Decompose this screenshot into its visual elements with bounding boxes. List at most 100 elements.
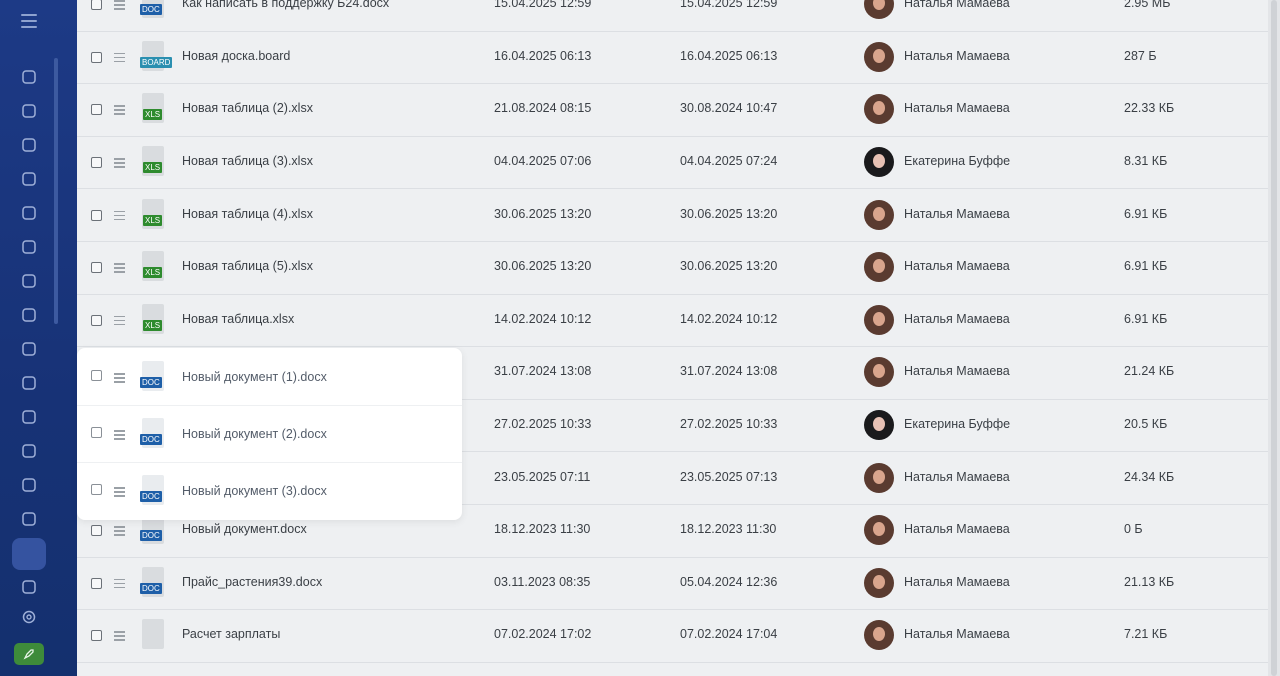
sidebar-scrollbar[interactable] xyxy=(54,58,58,324)
file-name[interactable]: Новый документ.docx xyxy=(182,522,307,536)
avatar[interactable] xyxy=(864,41,894,72)
team-icon[interactable] xyxy=(18,474,40,496)
drag-handle-icon[interactable] xyxy=(114,578,125,591)
table-row[interactable]: DOC Прайс_растения39.docx 03.11.2023 08:35… xyxy=(77,557,1268,611)
avatar[interactable] xyxy=(864,567,894,598)
sign-icon[interactable] xyxy=(18,406,40,428)
avatar[interactable] xyxy=(864,304,894,335)
row-checkbox[interactable] xyxy=(91,157,102,169)
crm-icon[interactable] xyxy=(18,270,40,292)
row-checkbox[interactable] xyxy=(91,314,102,326)
owner-name[interactable]: Наталья Мамаева xyxy=(904,364,1010,378)
row-checkbox[interactable] xyxy=(91,370,102,381)
owner-name[interactable]: Наталья Мамаева xyxy=(904,49,1010,63)
table-row[interactable]: XLS Новая таблица (4).xlsx 30.06.2025 13:2… xyxy=(77,188,1268,242)
drag-handle-icon[interactable] xyxy=(114,526,125,538)
table-row[interactable]: XLS Новая таблица (5).xlsx 30.06.2025 13:2… xyxy=(77,241,1268,295)
avatar[interactable] xyxy=(864,410,894,441)
owner-name[interactable]: Наталья Мамаева xyxy=(904,207,1010,221)
drag-handle-icon[interactable] xyxy=(114,430,125,442)
avatar[interactable] xyxy=(864,252,894,283)
file-name[interactable]: Как написать в поддержку Б24.docx xyxy=(182,0,389,10)
row-checkbox[interactable] xyxy=(91,577,102,589)
avatar[interactable] xyxy=(864,620,894,651)
file-name[interactable]: Новый документ (2).docx xyxy=(182,427,327,441)
feed-icon[interactable] xyxy=(18,66,40,88)
drag-handle-icon[interactable] xyxy=(114,263,125,275)
copilot-icon[interactable] xyxy=(18,168,40,190)
drag-handle-icon[interactable] xyxy=(114,315,125,328)
highlighted-row[interactable]: DOC Новый документ (2).docx xyxy=(77,405,462,463)
owner-name[interactable]: Наталья Мамаева xyxy=(904,627,1010,641)
avatar[interactable] xyxy=(864,515,894,546)
owner-name[interactable]: Наталья Мамаева xyxy=(904,312,1010,326)
tasks-icon[interactable] xyxy=(18,100,40,122)
table-row[interactable]: BOARD Новая доска.board 16.04.2025 06:13 16… xyxy=(77,31,1268,85)
owner-name[interactable]: Наталья Мамаева xyxy=(904,101,1010,115)
owner-name[interactable]: Екатерина Буффе xyxy=(904,417,1010,431)
file-name[interactable]: Новая таблица (4).xlsx xyxy=(182,207,313,221)
row-checkbox[interactable] xyxy=(91,630,102,642)
menu-icon[interactable] xyxy=(21,14,37,28)
drag-handle-icon[interactable] xyxy=(114,373,125,385)
drag-handle-icon[interactable] xyxy=(114,105,125,117)
avatar[interactable] xyxy=(864,462,894,493)
avatar[interactable] xyxy=(864,199,894,230)
highlighted-row[interactable]: DOC Новый документ (1).docx xyxy=(77,348,462,406)
avatar[interactable] xyxy=(864,94,894,125)
row-checkbox[interactable] xyxy=(91,484,102,495)
rocket-icon[interactable] xyxy=(14,643,44,665)
highlighted-row[interactable]: DOC Новый документ (3).docx xyxy=(77,462,462,519)
file-name[interactable]: Новая таблица (2).xlsx xyxy=(182,101,313,115)
row-checkbox[interactable] xyxy=(91,51,102,63)
drag-handle-icon[interactable] xyxy=(114,210,125,223)
owner-name[interactable]: Наталья Мамаева xyxy=(904,470,1010,484)
settings-icon[interactable] xyxy=(18,606,40,628)
owner-name[interactable]: Наталья Мамаева xyxy=(904,522,1010,536)
drag-handle-icon[interactable] xyxy=(114,0,125,12)
drag-handle-icon[interactable] xyxy=(114,487,125,499)
owner-name[interactable]: Наталья Мамаева xyxy=(904,0,1010,10)
file-icon[interactable] xyxy=(18,508,40,530)
file-name[interactable]: Расчет зарплаты xyxy=(182,627,280,641)
row-checkbox[interactable] xyxy=(91,262,102,274)
row-checkbox[interactable] xyxy=(91,209,102,221)
table-row[interactable]: XLS Новая таблица (2).xlsx 21.08.2024 08:1… xyxy=(77,83,1268,137)
row-checkbox[interactable] xyxy=(91,525,102,537)
automation-icon[interactable] xyxy=(18,576,40,598)
row-checkbox[interactable] xyxy=(91,427,102,438)
file-name[interactable]: Новый документ (1).docx xyxy=(182,370,327,384)
file-name[interactable]: Прайс_растения39.docx xyxy=(182,575,322,589)
mail-icon[interactable] xyxy=(18,304,40,326)
table-row[interactable]: XLS Новая таблица (3).xlsx 04.04.2025 07:0… xyxy=(77,136,1268,190)
scrollbar-thumb[interactable] xyxy=(1271,0,1277,676)
file-size: 0 Б xyxy=(1124,522,1143,537)
row-checkbox[interactable] xyxy=(91,104,102,116)
drag-handle-icon[interactable] xyxy=(114,158,125,170)
drag-handle-icon[interactable] xyxy=(114,52,125,65)
file-name[interactable]: Новый документ (3).docx xyxy=(182,484,327,498)
drag-handle-icon[interactable] xyxy=(114,631,125,643)
avatar[interactable] xyxy=(864,147,894,178)
avatar[interactable] xyxy=(864,357,894,388)
file-name[interactable]: Новая таблица (5).xlsx xyxy=(182,259,313,273)
chat-icon[interactable] xyxy=(18,134,40,156)
owner-name[interactable]: Екатерина Буффе xyxy=(904,154,1010,168)
avatar-face-shape xyxy=(873,574,885,589)
owner-name[interactable]: Наталья Мамаева xyxy=(904,259,1010,273)
checklist-icon[interactable] xyxy=(18,338,40,360)
table-row[interactable]: DOC Как написать в поддержку Б24.docx 15.0… xyxy=(77,0,1268,32)
file-name[interactable]: Новая таблица.xlsx xyxy=(182,312,294,326)
contact-card-icon[interactable] xyxy=(18,440,40,462)
row-checkbox[interactable] xyxy=(91,0,102,11)
file-name[interactable]: Новая таблица (3).xlsx xyxy=(182,154,313,168)
owner-name[interactable]: Наталья Мамаева xyxy=(904,575,1010,589)
goals-icon[interactable] xyxy=(18,372,40,394)
list-scrollbar[interactable] xyxy=(1268,0,1280,676)
docs-icon[interactable] xyxy=(18,202,40,224)
calendar-icon[interactable] xyxy=(18,236,40,258)
table-row[interactable]: Расчет зарплаты 07.02.2024 17:02 07.02.202… xyxy=(77,609,1268,663)
table-row[interactable]: XLS Новая таблица.xlsx 14.02.2024 10:12 14.… xyxy=(77,294,1268,348)
file-name[interactable]: Новая доска.board xyxy=(182,49,290,63)
avatar[interactable] xyxy=(864,0,894,20)
